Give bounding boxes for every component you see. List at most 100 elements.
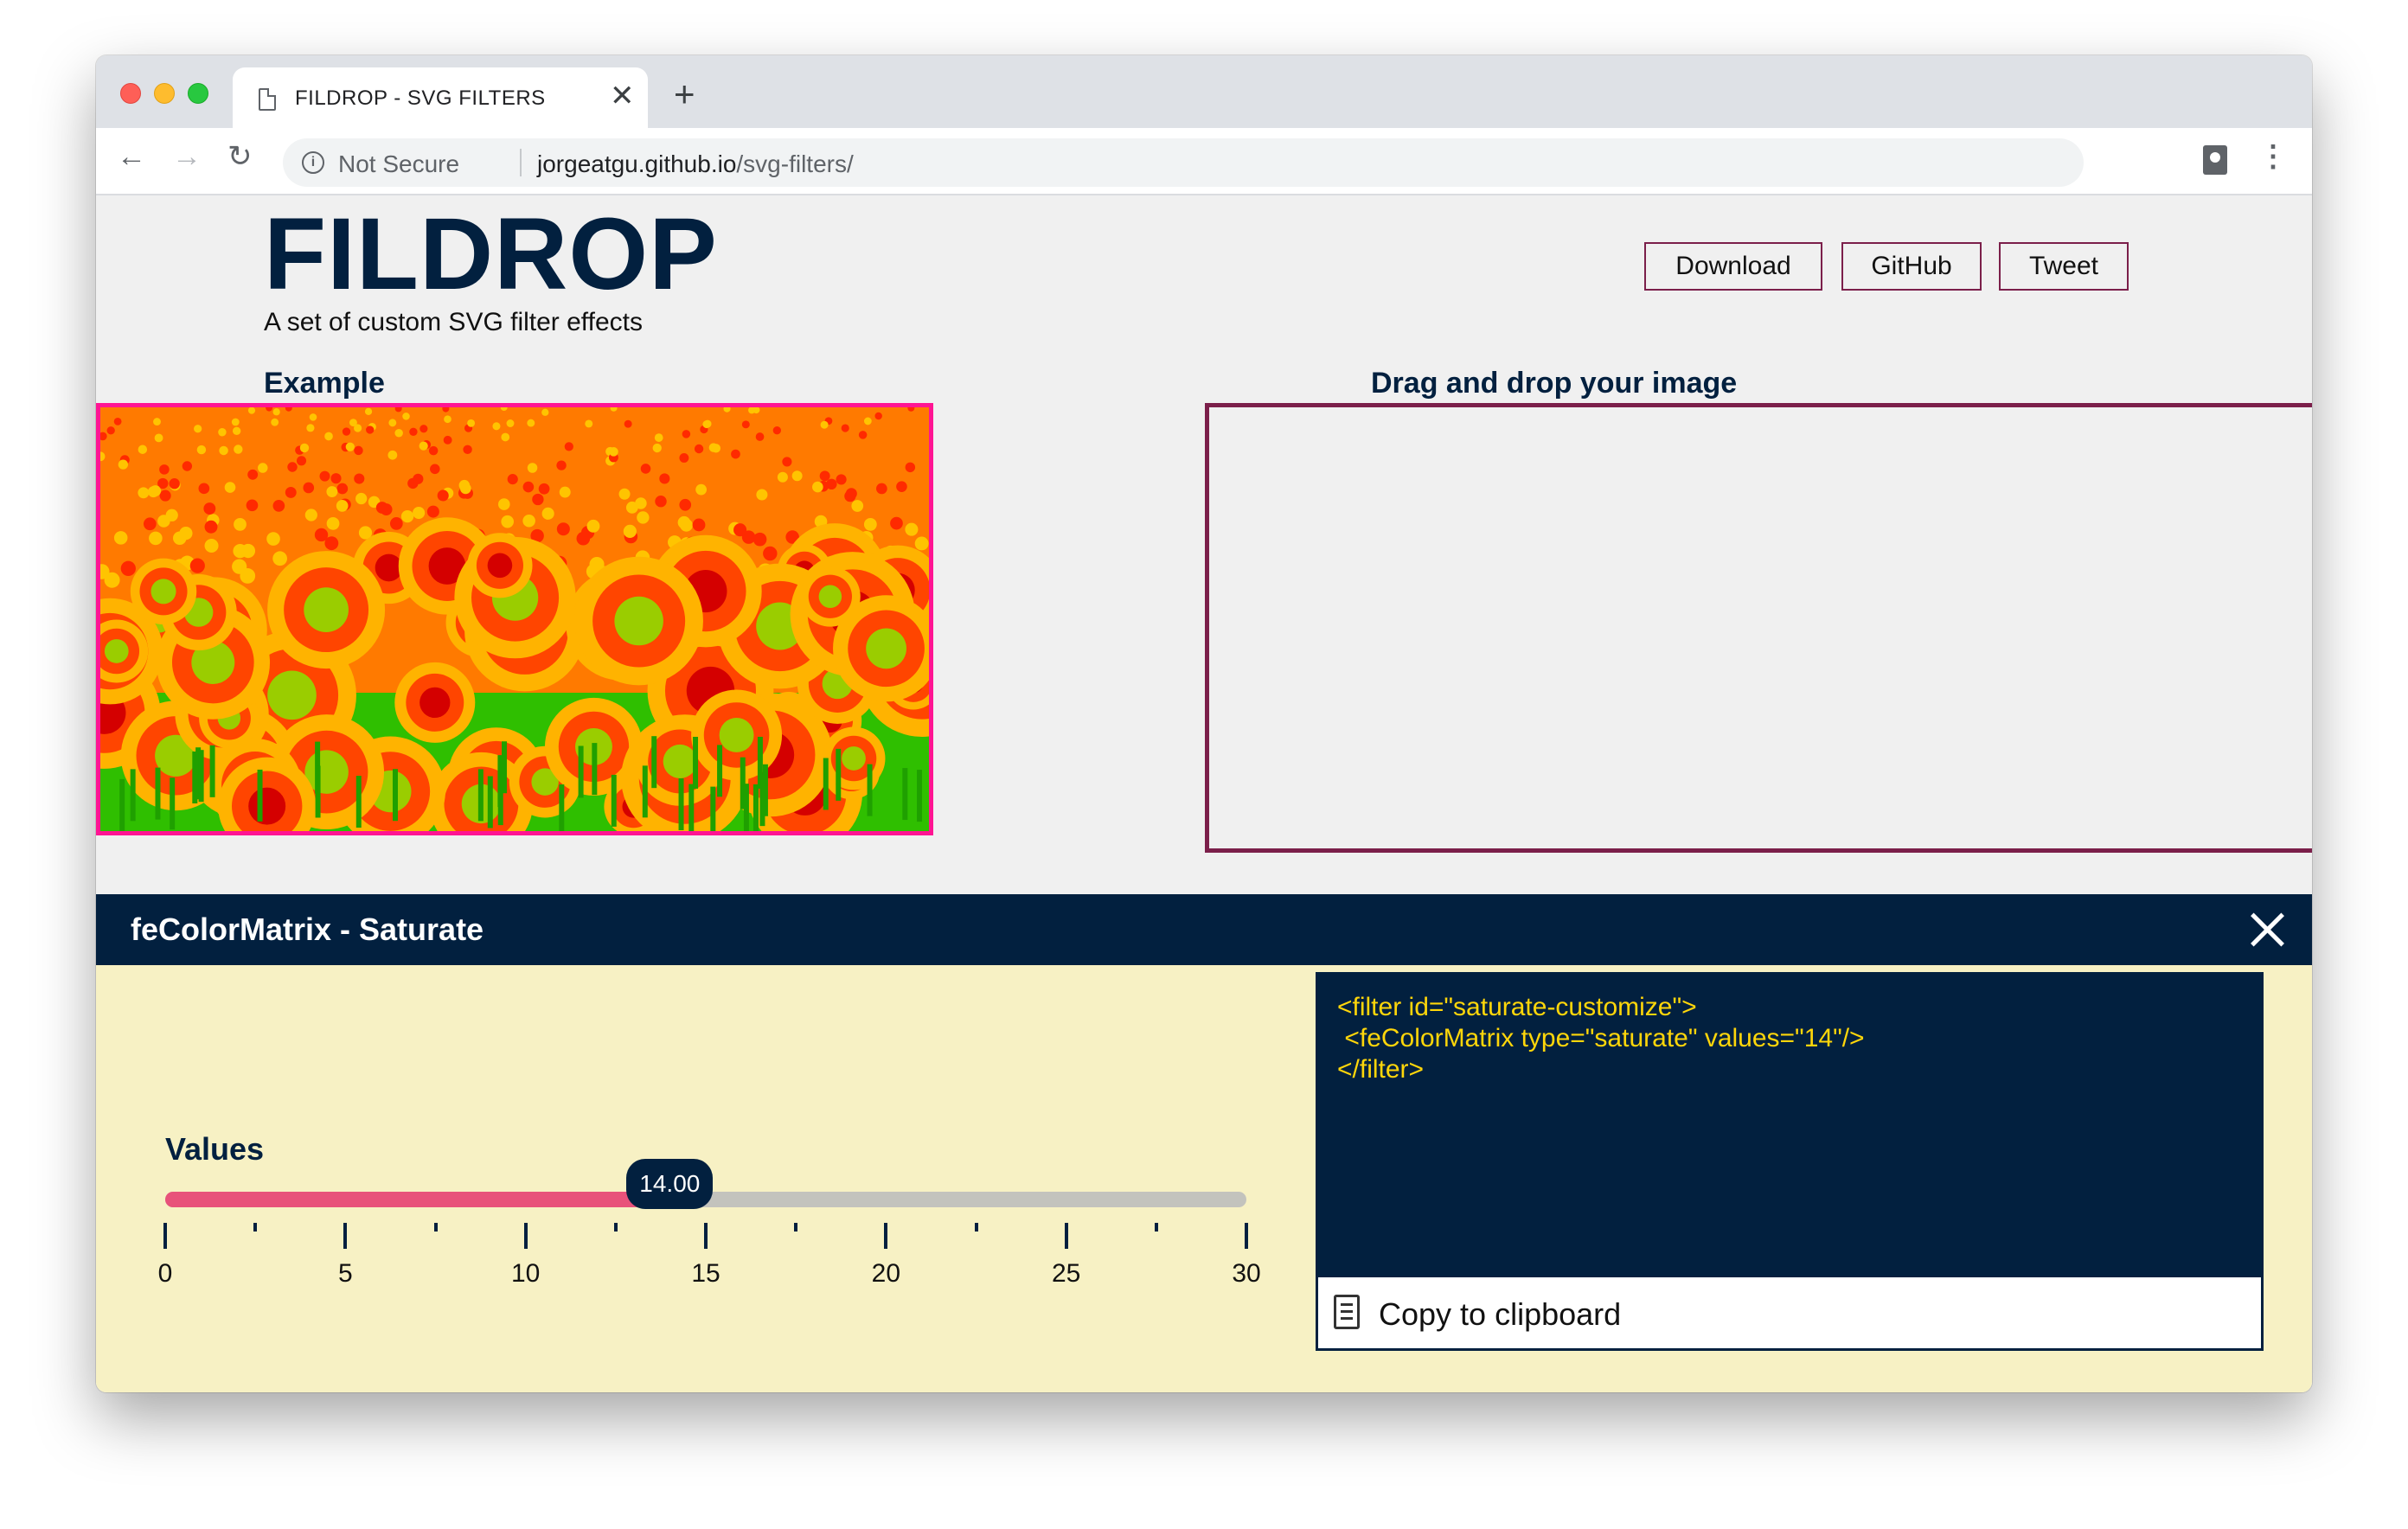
distant-flower <box>890 516 903 530</box>
minimize-window-button[interactable] <box>154 83 175 104</box>
distant-flower <box>203 502 216 515</box>
filter-panel-header: feColorMatrix - Saturate <box>96 894 2312 965</box>
distant-flower <box>143 517 157 531</box>
values-slider[interactable]: 14.00 <box>165 1159 1246 1209</box>
code-line: <feColorMatrix type="saturate" values="1… <box>1337 1024 1865 1052</box>
stem <box>693 736 699 789</box>
stem <box>315 765 321 818</box>
url-text[interactable]: jorgeatgu.github.io/svg-filters/ <box>537 150 854 178</box>
profile-icon[interactable] <box>2203 145 2227 175</box>
tick-label: 20 <box>871 1259 901 1288</box>
tab-close-icon[interactable]: ✕ <box>610 81 635 111</box>
distant-flower <box>198 483 210 495</box>
stem <box>497 773 503 826</box>
distant-flower <box>389 517 403 530</box>
distant-flower <box>733 523 747 537</box>
copy-label: Copy to clipboard <box>1379 1296 1622 1332</box>
distant-flower <box>287 462 298 472</box>
distant-flower <box>541 507 554 520</box>
distant-flower <box>285 486 297 498</box>
distant-flower <box>375 502 388 514</box>
distant-flower <box>463 445 472 455</box>
browser-window: FILDROP - SVG FILTERS ✕ + ← → ↻ i Not Se… <box>96 55 2312 1392</box>
forward-icon[interactable]: → <box>172 142 202 171</box>
distant-flower <box>637 511 650 524</box>
distant-flower <box>692 518 706 532</box>
distant-flower <box>219 445 228 456</box>
slider-fill <box>165 1192 670 1207</box>
distant-flower <box>150 485 162 497</box>
site-tagline: A set of custom SVG filter effects <box>264 308 643 336</box>
slider-ticks: 0 5 10 15 20 25 30 <box>158 1223 1261 1301</box>
stem <box>392 769 398 822</box>
distant-flower <box>234 517 247 531</box>
github-button[interactable]: GitHub <box>1841 242 1982 291</box>
tweet-button[interactable]: Tweet <box>1999 242 2129 291</box>
major-tick <box>884 1223 888 1249</box>
image-drop-zone[interactable] <box>1205 403 2312 853</box>
distant-flower <box>266 532 280 546</box>
distant-flower <box>330 473 342 484</box>
slider-handle[interactable]: 14.00 <box>626 1159 714 1209</box>
distant-flower <box>625 501 638 514</box>
example-heading: Example <box>264 367 385 400</box>
distant-flower <box>324 432 333 441</box>
stem <box>155 767 161 820</box>
distant-flower <box>194 425 202 433</box>
reload-icon[interactable]: ↻ <box>227 142 253 171</box>
info-icon[interactable]: i <box>302 151 324 174</box>
major-tick <box>163 1223 167 1249</box>
distant-flower <box>501 515 515 528</box>
code-text: <filter id="saturate-customize"> <feColo… <box>1337 992 1865 1085</box>
distant-flower <box>679 452 689 463</box>
distant-flower <box>272 551 288 566</box>
stem <box>678 777 684 830</box>
copy-to-clipboard-button[interactable]: Copy to clipboard <box>1318 1277 2261 1348</box>
distant-flower <box>755 432 765 441</box>
distant-flower <box>204 520 218 534</box>
address-bar[interactable]: i Not Secure jorgeatgu.github.io/svg-fil… <box>283 138 2084 187</box>
stem <box>198 750 204 803</box>
sunflower-field-image <box>100 407 929 831</box>
stem <box>710 786 716 831</box>
distant-flower <box>559 486 571 498</box>
distant-flower <box>876 483 887 495</box>
major-tick <box>1064 1223 1068 1249</box>
distant-flower <box>240 568 256 584</box>
distant-flower <box>165 509 178 521</box>
stem <box>257 769 263 822</box>
sunflower-center <box>719 718 754 752</box>
distant-flower <box>624 419 632 428</box>
filter-panel: feColorMatrix - Saturate Values 14.00 0 5… <box>96 894 2312 1392</box>
back-icon[interactable]: ← <box>117 142 146 171</box>
clipboard-icon <box>1334 1295 1360 1329</box>
distant-flower <box>507 474 518 485</box>
distant-flower <box>522 481 535 493</box>
distant-flower <box>400 509 414 523</box>
distant-flower <box>586 519 600 533</box>
distant-flower <box>409 427 418 437</box>
distant-flower <box>640 464 651 474</box>
distant-flower <box>896 481 907 492</box>
distant-flower <box>522 514 535 528</box>
distant-flower <box>467 419 476 427</box>
close-window-button[interactable] <box>120 83 141 104</box>
distant-flower <box>234 445 243 454</box>
distant-flower <box>752 532 767 547</box>
menu-icon[interactable]: ⋮ <box>2258 142 2288 171</box>
tab-strip: FILDROP - SVG FILTERS ✕ + <box>96 55 2312 128</box>
distant-flower <box>106 426 115 435</box>
close-icon[interactable] <box>2248 910 2286 948</box>
download-button[interactable]: Download <box>1644 242 1822 291</box>
distant-flower <box>345 442 355 451</box>
browser-tab[interactable]: FILDROP - SVG FILTERS ✕ <box>233 67 648 128</box>
stem <box>487 776 493 828</box>
distant-flower <box>772 426 781 435</box>
distant-flower <box>556 522 570 536</box>
new-tab-button[interactable]: + <box>674 76 695 112</box>
distant-flower <box>304 509 317 521</box>
zoom-window-button[interactable] <box>188 83 208 104</box>
distant-flower <box>459 483 471 495</box>
distant-flower <box>851 500 864 512</box>
distant-flower <box>153 418 161 425</box>
